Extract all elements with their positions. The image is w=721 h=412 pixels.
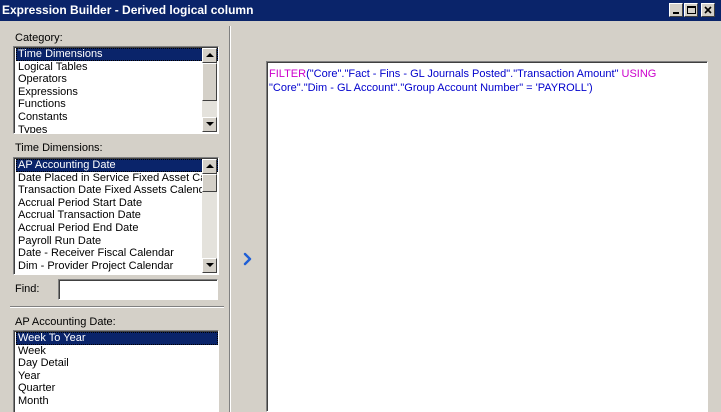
title-bar[interactable]: Expression Builder - Derived logical col… <box>0 0 721 21</box>
minimize-icon <box>673 12 679 14</box>
scroll-up-button[interactable] <box>202 159 217 174</box>
expression-text: "Core"."Dim - GL Account"."Group Account… <box>269 82 593 94</box>
list-item[interactable]: Day Detail <box>16 357 218 370</box>
close-icon <box>704 6 712 14</box>
insert-button[interactable] <box>240 250 256 268</box>
list-item[interactable]: Operators <box>16 73 218 86</box>
expression-editor[interactable]: FILTER("Core"."Fact - Fins - GL Journals… <box>266 61 708 412</box>
arrow-down-icon <box>206 122 214 126</box>
levels-label: AP Accounting Date: <box>15 316 116 328</box>
list-item[interactable]: Date Placed in Service Fixed Asset Cale <box>16 172 218 185</box>
scroll-down-button[interactable] <box>202 258 217 273</box>
list-item[interactable]: Month <box>16 395 218 408</box>
list-item[interactable]: AP Accounting Date <box>16 159 218 172</box>
list-item[interactable]: Week <box>16 345 218 358</box>
levels-listbox[interactable]: Week To Year Week Day Detail Year Quarte… <box>13 330 219 412</box>
minimize-button[interactable] <box>669 3 683 17</box>
arrow-down-icon <box>206 263 214 267</box>
list-item[interactable]: Payroll Run Date <box>16 235 218 248</box>
maximize-icon <box>687 6 696 14</box>
expression-keyword: FILTER <box>269 68 307 80</box>
scroll-thumb[interactable] <box>202 63 217 101</box>
category-listbox[interactable]: Time Dimensions Logical Tables Operators… <box>13 46 219 134</box>
list-item[interactable]: Accrual Transaction Date <box>16 209 218 222</box>
list-item[interactable]: Year <box>16 370 218 383</box>
list-item[interactable]: Accrual Period End Date <box>16 222 218 235</box>
window-title: Expression Builder - Derived logical col… <box>2 3 254 17</box>
list-item[interactable]: Functions <box>16 98 218 111</box>
close-button[interactable] <box>701 3 715 17</box>
expression-keyword: USING <box>621 68 657 80</box>
expression-text: ("Core"."Fact - Fins - GL Journals Poste… <box>306 68 622 80</box>
list-item[interactable]: Date - Receiver Fiscal Calendar <box>16 247 218 260</box>
list-item[interactable]: Transaction Date Fixed Assets Calendar <box>16 184 218 197</box>
list-item[interactable]: Quarter <box>16 382 218 395</box>
scroll-up-button[interactable] <box>202 48 217 63</box>
time-dimensions-listbox[interactable]: AP Accounting Date Date Placed in Servic… <box>13 157 219 275</box>
category-scrollbar[interactable] <box>202 48 217 132</box>
maximize-button[interactable] <box>684 3 698 17</box>
list-item[interactable]: Types <box>16 124 218 133</box>
arrow-up-icon <box>206 53 214 57</box>
scroll-thumb[interactable] <box>202 174 217 192</box>
list-item[interactable]: Dim - Provider Project Calendar <box>16 260 218 273</box>
time-dimensions-scrollbar[interactable] <box>202 159 217 273</box>
list-item[interactable]: Week To Year <box>16 332 218 345</box>
list-item[interactable]: Time Dimensions <box>16 48 218 61</box>
list-item[interactable]: Logical Tables <box>16 61 218 74</box>
scroll-down-button[interactable] <box>202 117 217 132</box>
list-item[interactable]: Accrual Period Start Date <box>16 197 218 210</box>
pane-divider[interactable] <box>229 26 231 412</box>
find-input[interactable] <box>58 279 218 300</box>
category-label: Category: <box>15 32 63 44</box>
find-label: Find: <box>15 283 40 295</box>
chevron-right-icon <box>243 252 252 266</box>
list-item[interactable]: Constants <box>16 111 218 124</box>
time-dimensions-label: Time Dimensions: <box>15 142 103 154</box>
section-divider <box>10 306 224 308</box>
list-item[interactable]: Expressions <box>16 86 218 99</box>
arrow-up-icon <box>206 164 214 168</box>
